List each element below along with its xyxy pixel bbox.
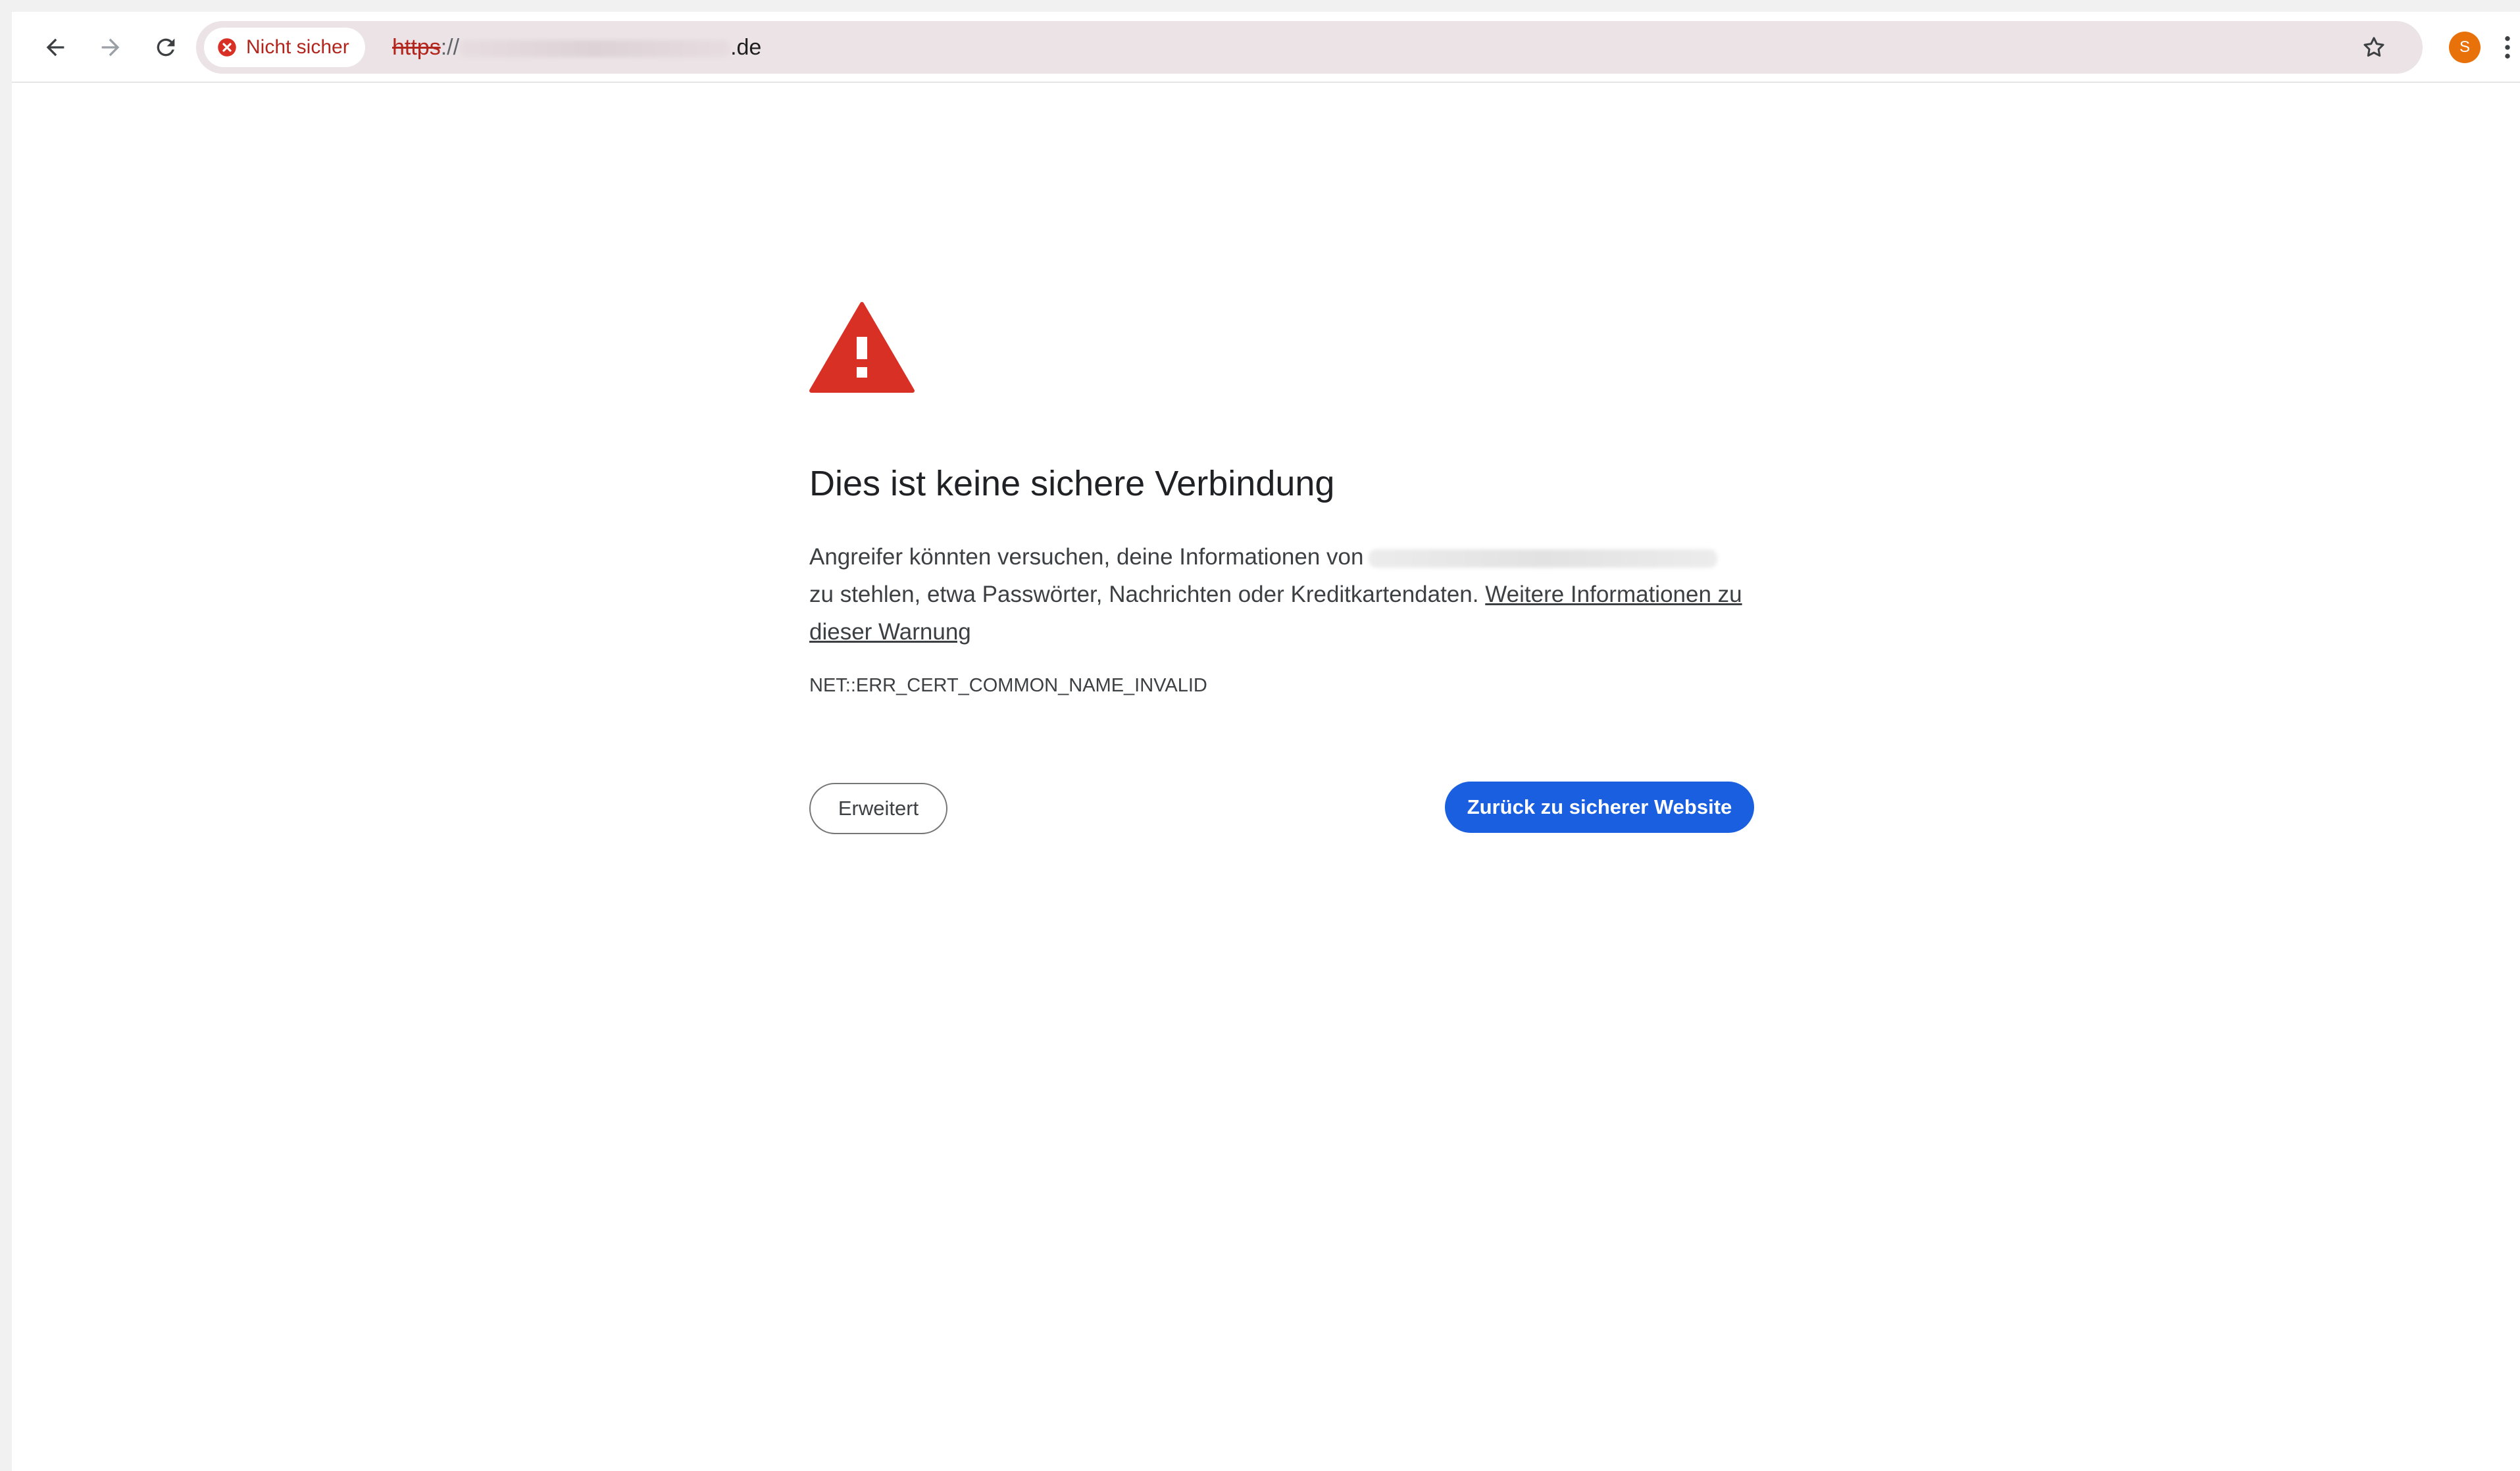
security-chip[interactable]: Nicht sicher [204,28,365,67]
warning-triangle-icon [809,301,915,393]
security-chip-label: Nicht sicher [246,36,349,58]
advanced-button[interactable]: Erweitert [809,783,947,834]
browser-menu-button[interactable] [2498,29,2517,66]
reload-icon [157,38,175,57]
address-bar[interactable]: Nicht sicher https:// .de [196,21,2423,74]
reload-button[interactable] [147,29,184,66]
arrow-right-icon [101,38,120,57]
browser-window: Nicht sicher https:// .de S Dies ist kein… [12,12,2520,1471]
profile-avatar[interactable]: S [2449,32,2481,63]
browser-toolbar: Nicht sicher https:// .de S [12,12,2520,83]
description-part-2: zu stehlen, etwa Passwörter, Nachrichten… [809,582,1479,607]
host-redacted [1369,549,1718,568]
page-title: Dies ist keine sichere Verbindung [809,464,1335,503]
url-text[interactable]: https:// .de [392,21,761,74]
star-outline-icon [2363,37,2384,57]
kebab-menu-icon [2505,36,2510,59]
arrow-left-icon [46,38,64,57]
error-code: NET::ERR_CERT_COMMON_NAME_INVALID [809,675,1207,696]
bookmark-star-button[interactable] [2354,28,2394,67]
forward-button[interactable] [92,29,129,66]
url-scheme: https [392,35,441,60]
description-part-1: Angreifer könnten versuchen, deine Infor… [809,544,1364,570]
error-circle-icon [218,38,236,57]
url-separator: :// [440,35,460,60]
back-button[interactable] [37,29,74,66]
url-host-redacted [459,40,731,58]
back-to-safety-button[interactable]: Zurück zu sicherer Website [1445,782,1754,833]
warning-description: Angreifer könnten versuchen, deine Infor… [809,538,1742,651]
url-tld: .de [730,35,762,60]
